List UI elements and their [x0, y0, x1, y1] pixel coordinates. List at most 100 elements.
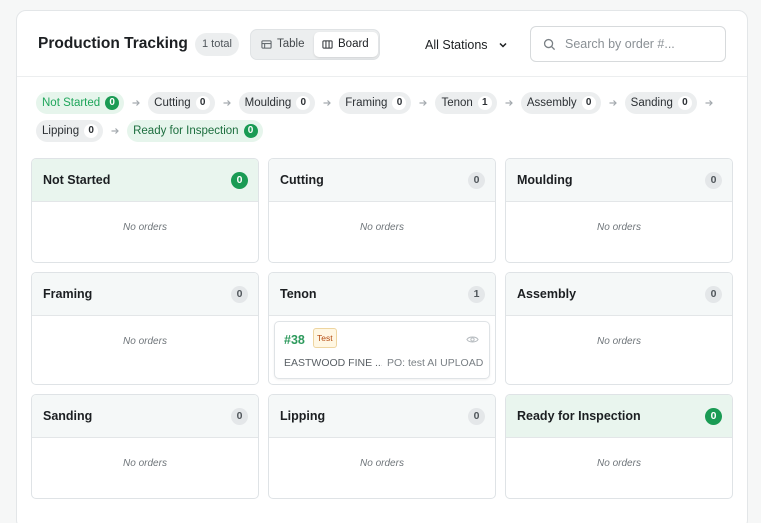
board-column-sanding: Sanding 0 No orders [31, 394, 259, 499]
stage-pill-framing[interactable]: Framing 0 [339, 92, 412, 114]
table-view-button[interactable]: Table [253, 32, 313, 57]
board-column-lipping: Lipping 0 No orders [268, 394, 496, 499]
arrow-right-icon [504, 98, 514, 108]
column-count-badge: 0 [231, 408, 248, 425]
table-icon [261, 40, 272, 49]
order-po: PO: test AI UPLOAD [387, 357, 484, 369]
column-title: Tenon [280, 287, 317, 301]
column-count-badge: 0 [231, 286, 248, 303]
stage-pipeline: Not Started 0 Cutting 0 Moulding 0 Framing 0 Ten… [36, 92, 726, 142]
arrow-right-icon [110, 126, 120, 136]
stage-pill-label: Moulding [244, 97, 292, 109]
board-column-tenon: Tenon 1 #38 Test EASTWOOD FINE ... PO: test A… [268, 272, 496, 385]
stage-pill-count: 0 [296, 96, 311, 110]
stage-pill-label: Assembly [526, 97, 577, 109]
empty-state-text: No orders [123, 336, 167, 347]
column-header: Framing 0 [32, 273, 258, 316]
column-header: Cutting 0 [269, 159, 495, 202]
column-count-badge: 0 [705, 408, 722, 425]
order-number[interactable]: #38 [284, 333, 305, 347]
stage-pill-label: Lipping [42, 125, 80, 137]
arrow-right-icon [131, 98, 141, 108]
board-view-label: Board [338, 38, 369, 50]
stage-pill-count: 0 [105, 96, 120, 110]
production-tracking-card: Production Tracking 1 total Table Board [16, 10, 748, 523]
column-count-badge: 0 [468, 408, 485, 425]
empty-state-text: No orders [123, 222, 167, 233]
column-title: Cutting [280, 173, 324, 187]
table-view-label: Table [277, 38, 305, 50]
stage-pill-lipping[interactable]: Lipping 0 [36, 120, 104, 142]
stage-pill-count: 0 [84, 124, 99, 138]
column-header: Sanding 0 [32, 395, 258, 438]
column-count-badge: 0 [705, 172, 722, 189]
arrow-right-icon [222, 98, 232, 108]
arrow-right-icon [608, 98, 618, 108]
columns-icon [322, 40, 333, 49]
column-title: Assembly [517, 287, 577, 301]
column-title: Framing [43, 287, 93, 301]
column-header: Not Started 0 [32, 159, 258, 202]
station-filter-dropdown[interactable]: All Stations [425, 35, 508, 55]
empty-state-text: No orders [123, 458, 167, 469]
board-column-ready-for-inspection: Ready for Inspection 0 No orders [505, 394, 733, 499]
column-title: Moulding [517, 173, 573, 187]
column-title: Ready for Inspection [517, 409, 641, 423]
stage-pill-cutting[interactable]: Cutting 0 [148, 92, 215, 114]
chevron-down-icon [499, 42, 507, 48]
stage-pill-label: Tenon [441, 97, 473, 109]
empty-state-text: No orders [360, 458, 404, 469]
stage-pill-label: Cutting [154, 97, 191, 109]
stage-pill-count: 0 [677, 96, 692, 110]
view-toggle: Table Board [250, 29, 380, 60]
search-box [530, 26, 726, 62]
column-title: Not Started [43, 173, 111, 187]
stage-pill-ready-for-inspection[interactable]: Ready for Inspection 0 [127, 120, 263, 142]
board-column-moulding: Moulding 0 No orders [505, 158, 733, 263]
stage-pill-count: 0 [392, 96, 407, 110]
arrow-right-icon [418, 98, 428, 108]
order-tag: Test [313, 328, 337, 348]
column-header: Tenon 1 [269, 273, 495, 316]
column-title: Sanding [43, 409, 93, 423]
stage-pill-sanding[interactable]: Sanding 0 [624, 92, 697, 114]
order-customer: EASTWOOD FINE ... [284, 357, 382, 369]
empty-state-text: No orders [597, 336, 641, 347]
arrow-right-icon [322, 98, 332, 108]
column-header: Ready for Inspection 0 [506, 395, 732, 438]
board-column-framing: Framing 0 No orders [31, 272, 259, 385]
station-filter-value: All Stations [425, 38, 488, 52]
empty-state-text: No orders [360, 222, 404, 233]
total-count-badge: 1 total [195, 33, 239, 56]
stage-pill-tenon[interactable]: Tenon 1 [435, 92, 497, 114]
column-header: Assembly 0 [506, 273, 732, 316]
column-header: Lipping 0 [269, 395, 495, 438]
board-column-not-started: Not Started 0 No orders [31, 158, 259, 263]
search-icon [543, 38, 556, 51]
empty-state-text: No orders [597, 458, 641, 469]
stage-pill-label: Sanding [630, 97, 673, 109]
stage-pill-count: 0 [581, 96, 596, 110]
search-input[interactable] [565, 35, 715, 53]
stage-pill-label: Ready for Inspection [133, 125, 239, 137]
order-card[interactable]: #38 Test EASTWOOD FINE ... PO: test AI UPLO… [274, 321, 490, 379]
page-header: Production Tracking 1 total Table Board [17, 11, 747, 77]
column-count-badge: 1 [468, 286, 485, 303]
stage-pill-label: Not Started [42, 97, 101, 109]
column-title: Lipping [280, 409, 326, 423]
stage-pill-label: Framing [345, 97, 388, 109]
arrow-right-icon [704, 98, 714, 108]
empty-state-text: No orders [597, 222, 641, 233]
column-header: Moulding 0 [506, 159, 732, 202]
stage-pill-count: 0 [243, 124, 258, 138]
eye-icon[interactable] [466, 333, 479, 346]
page-title: Production Tracking [38, 35, 188, 52]
column-count-badge: 0 [231, 172, 248, 189]
board-view-button[interactable]: Board [314, 32, 378, 57]
column-count-badge: 0 [468, 172, 485, 189]
stage-pill-not-started[interactable]: Not Started 0 [36, 92, 125, 114]
column-count-badge: 0 [705, 286, 722, 303]
stage-pill-moulding[interactable]: Moulding 0 [238, 92, 316, 114]
stage-pill-count: 0 [195, 96, 210, 110]
stage-pill-assembly[interactable]: Assembly 0 [520, 92, 601, 114]
